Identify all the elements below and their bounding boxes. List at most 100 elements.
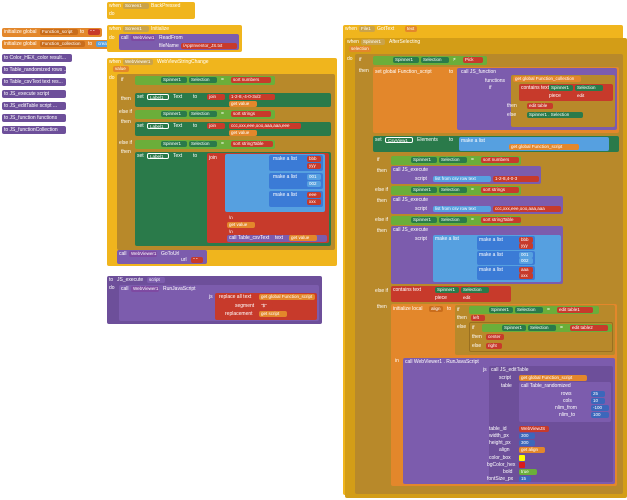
compare-text[interactable]: edit table1 [557,307,593,313]
set-csvview-block[interactable]: set CsvView1 Elements to make a list get… [373,136,619,152]
property-field[interactable]: Selection [515,307,543,313]
join-block[interactable]: join [207,94,225,100]
bgcolor-swatch[interactable] [519,462,525,468]
property-field[interactable]: Selection [421,57,449,63]
fontsize-value[interactable]: 15 [519,476,531,482]
compare-block[interactable]: Spinner1 Selection = sort strings [135,110,275,119]
get-global-script[interactable]: get global Function_script [259,294,315,300]
component-field[interactable]: Spinner1 [393,57,419,63]
component-field[interactable]: Spinner1 [361,39,385,45]
readfrom-call[interactable]: call WebView1 ReadFrom fileName /AppInve… [119,34,239,50]
component-field[interactable]: Spinner1 [161,77,187,83]
compare-block[interactable]: Spinner1 Selection = sort numbers [391,156,521,165]
component-field[interactable]: Screen1 [123,26,149,32]
component-field[interactable]: CsvView1 [385,137,413,143]
var-name-field[interactable]: Function_collection [40,41,85,47]
compare-block[interactable]: Spinner1 Selection = sort stringTable [135,140,275,149]
component-field[interactable]: Label1 [147,94,169,100]
component-field[interactable]: WebViewer1 [129,251,157,257]
property-field[interactable]: Selection [575,85,603,91]
property-field[interactable]: Selection [439,187,467,193]
js-execute-procedure[interactable]: to JS_execute script do call WebViewer1 … [107,276,322,324]
component-field[interactable]: WebView1 [131,35,155,41]
color-box-swatch[interactable] [519,455,525,461]
contains-text-block[interactable]: contains text Spinner1 Selection piece e… [519,84,613,101]
list-item-text[interactable]: yyy [519,243,533,249]
js-function-call[interactable]: call JS_function functions get global Fu… [457,68,617,130]
replace-all-block[interactable]: replace all text get global Function_scr… [215,293,317,320]
get-global-collection[interactable]: get global Function_collection [513,76,581,82]
collapsed-procedure[interactable]: to JS_functionCollection [2,126,66,134]
get-global-script[interactable]: get global Function_script [509,144,579,150]
property-field[interactable]: Selection [189,141,217,147]
make-list-2[interactable]: make a list 001 002 [477,251,535,265]
compare-block[interactable]: Spinner1 Selection = sort stringTable [391,216,521,225]
init-global-script-block[interactable]: initialize global Function_script to " " [2,28,102,37]
collapsed-procedure[interactable]: to JS_editTable script ... [2,102,66,110]
make-list-b[interactable]: make a list 001 002 [269,173,323,189]
csv-text[interactable]: 1-2-8,4-0-3 [493,176,539,182]
screen-initialize-event[interactable]: when Screen1 Initialize do call WebView1… [107,25,242,52]
nested-if-expression[interactable]: if Spinner1 Selection = edit table2 then… [469,322,613,352]
set-label-text-block[interactable]: set Label1 Text to join 1-2-8,-4-0-3x/2 … [135,93,331,107]
set-label-text-block[interactable]: set Label1 Text to join ccc,xxx,eee,ooo,… [135,122,331,136]
compare-text[interactable]: edit table2 [570,325,608,331]
back-pressed-event[interactable]: when Screen1 BackPressed do [107,2,195,19]
component-field[interactable]: Spinner1 [435,287,459,293]
align-var[interactable]: align [429,306,443,312]
var-name-field[interactable]: Function_script [40,29,78,35]
list-item-text[interactable]: 002 [519,258,533,264]
edit-table-text[interactable]: edit table [527,103,553,109]
table-randomized-call[interactable]: call Table_randomized rows 25 cols 10 nl… [519,382,611,422]
component-field[interactable]: Spinner1 [489,307,513,313]
component-field[interactable]: Spinner1 [549,85,573,91]
run-javascript-call[interactable]: call WebViewer1 RunJavaScript js replace… [119,285,319,321]
segment-text[interactable]: "$" [259,303,273,309]
list-from-csv[interactable]: list from csv row text [433,206,491,212]
compare-block[interactable]: Spinner1 Selection = edit table1 [469,306,599,314]
make-list-1[interactable]: make a list bbb yyy [477,236,535,250]
list-from-csv[interactable]: list from csv row text [433,176,491,182]
gotourl-call[interactable]: call WebViewer1 GoToUrl url " " [117,250,207,264]
set-global-script-block[interactable]: set global Function_script to call JS_fu… [373,67,619,133]
nlim-to-value[interactable]: 100 [591,412,609,418]
js-execute-call[interactable]: call JS_execute script list from csv row… [391,196,563,214]
rows-value[interactable]: 25 [591,391,605,397]
compare-block[interactable]: Spinner1 Selection = sort strings [391,186,521,195]
if-pick-block[interactable]: if then Spinner1 Selection ≠ Pick set gl… [355,54,623,494]
csv-text[interactable]: ccc,xxx,eee,ooo,aaa,aaa [493,206,561,212]
collapsed-procedure[interactable]: to Table_randomized rows ... [2,66,68,74]
collapsed-procedure[interactable]: to Color_HEX_color result... [2,54,72,62]
property-field[interactable]: Selection [189,111,217,117]
get-value[interactable]: get value [289,235,317,241]
component-field[interactable]: Spinner1 [411,157,437,163]
url-text[interactable]: " " [191,257,203,263]
component-field[interactable]: Spinner1 [161,141,187,147]
table-id-text[interactable]: WebViewJS [519,426,549,432]
list-item-text[interactable]: bbb [307,156,321,162]
run-javascript-call[interactable]: call WebViewer1 . RunJavaScript js call … [403,358,615,484]
align-left-text[interactable]: left [471,315,485,321]
compare-text[interactable]: Pick [463,57,483,63]
component-field[interactable]: Spinner1 [161,111,187,117]
make-list-3[interactable]: make a list aaa xxx [477,266,535,280]
get-value[interactable]: get value [227,222,255,228]
list-item-text[interactable]: 002 [307,181,321,187]
get-global-script[interactable]: get global Function_script [519,375,587,381]
join-block[interactable]: join [207,123,225,129]
nlim-from-value[interactable]: -100 [591,405,609,411]
component-field[interactable]: File1 [359,26,375,32]
if-else-expression[interactable]: get global Function_collection if contai… [489,75,615,127]
inner-if-block[interactable]: if then else if then else if then else i… [373,154,619,490]
collapsed-procedure[interactable]: to JS_function functions [2,114,66,122]
make-list-a[interactable]: make a list bbb yyy [269,155,323,171]
compare-text[interactable]: sort numbers [481,157,519,163]
height-px-value[interactable]: 300 [519,440,535,446]
width-px-value[interactable]: 300 [519,433,535,439]
js-edittable-call[interactable]: call JS_editTable script get global Func… [487,366,613,482]
collapsed-procedure[interactable]: to Table_csvText text res... [2,78,66,86]
align-right-text[interactable]: right [486,343,502,349]
component-field[interactable]: Spinner1 [411,217,437,223]
join-text[interactable]: ccc,xxx,eee,ooo,aaa,aaa,eee [229,123,301,129]
compare-block[interactable]: Spinner1 Selection = sort numbers [135,76,275,85]
